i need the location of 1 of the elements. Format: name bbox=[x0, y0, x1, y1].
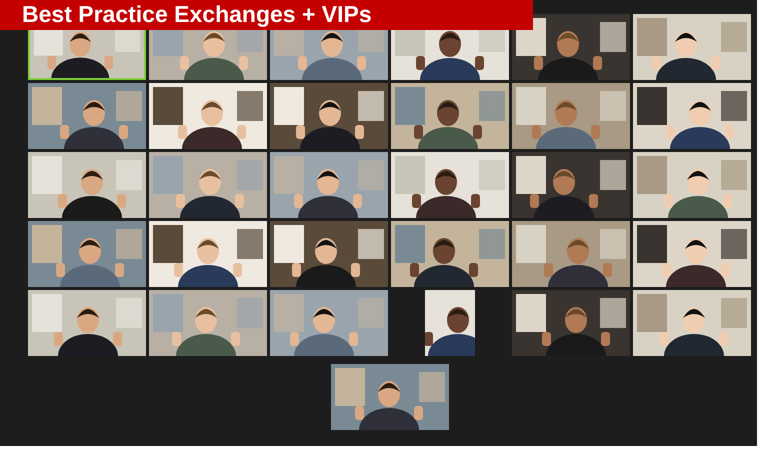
banner-toast: Best Practice Exchanges + VIPs bbox=[0, 0, 533, 30]
